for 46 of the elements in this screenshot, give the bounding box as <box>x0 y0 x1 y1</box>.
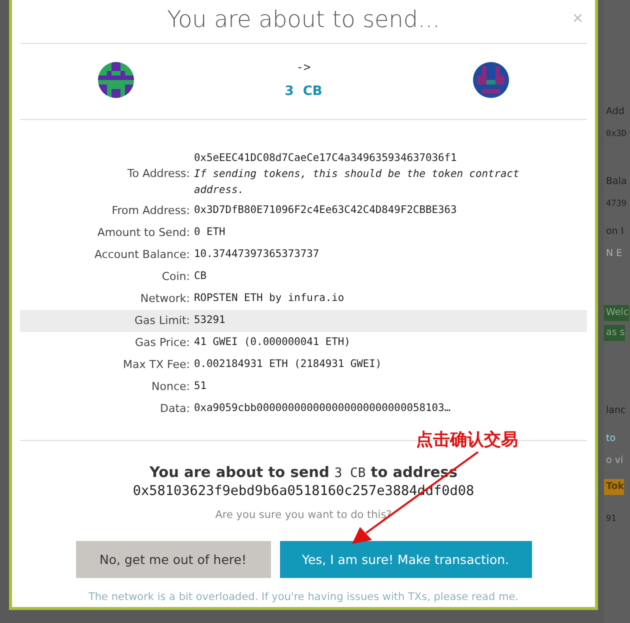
field-value: 10.37447397365373737 <box>194 247 320 262</box>
field-value: 41 GWEI (0.000000041 ETH) <box>194 335 352 350</box>
field-value: 0 ETH <box>194 225 226 240</box>
arrow-text: -> <box>296 60 311 74</box>
field-label: To Address: <box>126 166 190 182</box>
background-text: 4739 <box>605 198 626 211</box>
field-value: ROPSTEN ETH by infura.io <box>194 291 346 306</box>
background-text: Bala <box>605 175 627 189</box>
background-text: lanc <box>605 404 626 418</box>
field-value: 53291 <box>194 313 226 328</box>
background-text: 0x3D <box>605 128 626 141</box>
field-value: 0.002184931 ETH (2184931 GWEI) <box>194 357 383 372</box>
identicon-icon <box>98 62 134 98</box>
confirm-question: Are you sure you want to do this? <box>215 509 392 521</box>
field-value: 51 <box>194 379 208 394</box>
field-value: CB <box>194 269 208 284</box>
field-value: 0xa9059cbb000000000000000000000000058103… <box>194 401 452 416</box>
amount-text: 3 CB <box>284 84 322 99</box>
background-text: 91 <box>605 513 616 526</box>
identicon-icon <box>472 62 509 98</box>
field-label: Gas Price: <box>134 335 190 351</box>
field-label: Nonce: <box>150 379 190 395</box>
background-text: to <box>605 432 616 446</box>
cancel-button[interactable]: No, get me out of here! <box>76 541 270 578</box>
background-text: on I <box>605 225 624 239</box>
close-button[interactable]: × <box>572 9 583 27</box>
field-label: Data: <box>159 401 190 417</box>
field-value: 0x5eEEC41DC08d7CaeCe17C4a349635934637036f1 <box>194 151 458 166</box>
background-text: Add <box>605 105 624 119</box>
background-text: N E <box>605 247 622 261</box>
footer-link[interactable]: The network is a bit overloaded. If you're having issues with TXs, please read me. <box>88 591 518 603</box>
field-label: From Address: <box>110 203 190 219</box>
field-label: Account Balance: <box>94 247 190 263</box>
field-label: Network: <box>139 291 190 307</box>
field-label: Coin: <box>160 269 190 285</box>
annotation-text: 点击确认交易 <box>416 429 518 451</box>
field-label: Gas Limit: <box>134 313 190 329</box>
field-label: Max TX Fee: <box>122 357 190 373</box>
background-text: Welc <box>604 305 629 321</box>
background-text: as s <box>604 325 625 341</box>
field-value: 0x3D7DfB80E71096F2c4Ee63C42C4D849F2CBBE363 <box>194 203 458 218</box>
confirm-button[interactable]: Yes, I am sure! Make transaction. <box>280 541 532 578</box>
field-label: Amount to Send: <box>96 225 190 241</box>
background-text: o vi <box>605 454 624 468</box>
background-text: Tok <box>604 479 624 495</box>
field-note: If sending tokens, this should be the token contract address. <box>194 167 520 198</box>
